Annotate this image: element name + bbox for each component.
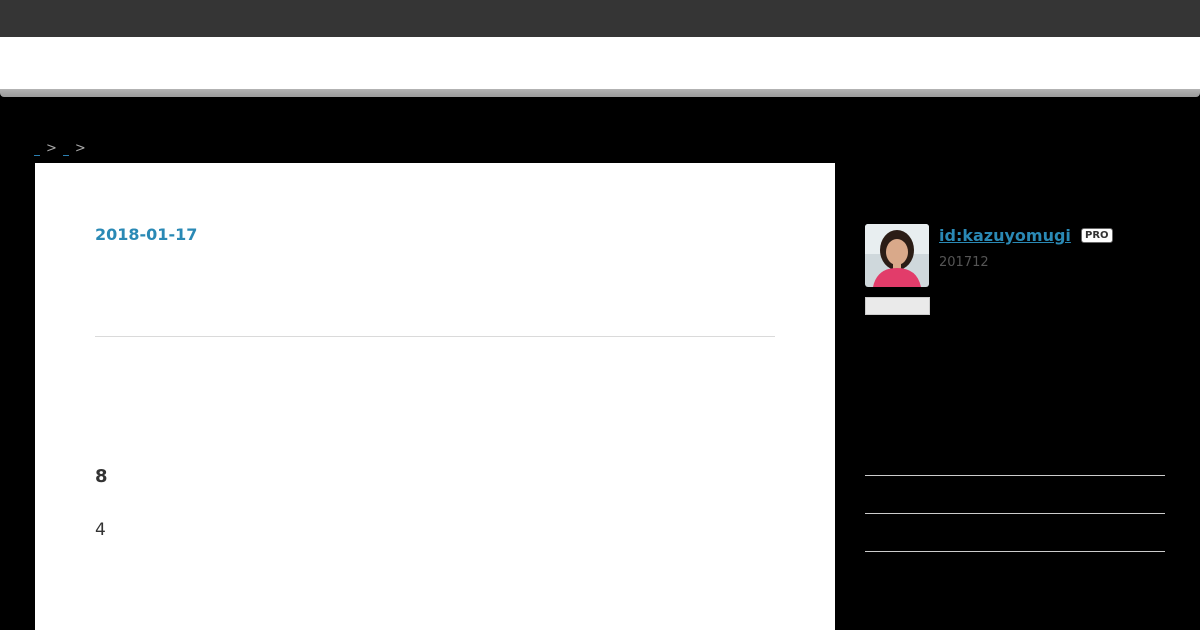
pro-badge: PRO (1081, 228, 1113, 243)
breadcrumb-separator: > (46, 141, 57, 156)
follow-button[interactable] (865, 297, 930, 315)
avatar[interactable] (865, 224, 929, 287)
breadcrumb-separator: > (74, 141, 86, 156)
sidebar-divider (865, 551, 1165, 552)
breadcrumb-link-home[interactable] (34, 143, 40, 156)
entry-date-link[interactable]: 2018-01-17 (95, 225, 197, 244)
entry-paragraph: 4 (95, 520, 106, 540)
breadcrumb-link-category[interactable] (62, 143, 69, 156)
avatar-image (865, 224, 929, 287)
header-divider (0, 89, 1200, 97)
entry-heading: 8 (95, 466, 108, 487)
profile-username-link[interactable]: id:kazuyomugi (939, 226, 1071, 245)
global-topbar (0, 0, 1200, 37)
breadcrumb: > > (34, 141, 92, 156)
sidebar-divider (865, 475, 1165, 476)
entry-divider (95, 336, 775, 337)
entry-content: 2018-01-17 8 4 (35, 163, 835, 630)
blog-header (0, 37, 1200, 89)
sidebar-divider (865, 513, 1165, 514)
profile-since: 201712 (939, 255, 989, 270)
